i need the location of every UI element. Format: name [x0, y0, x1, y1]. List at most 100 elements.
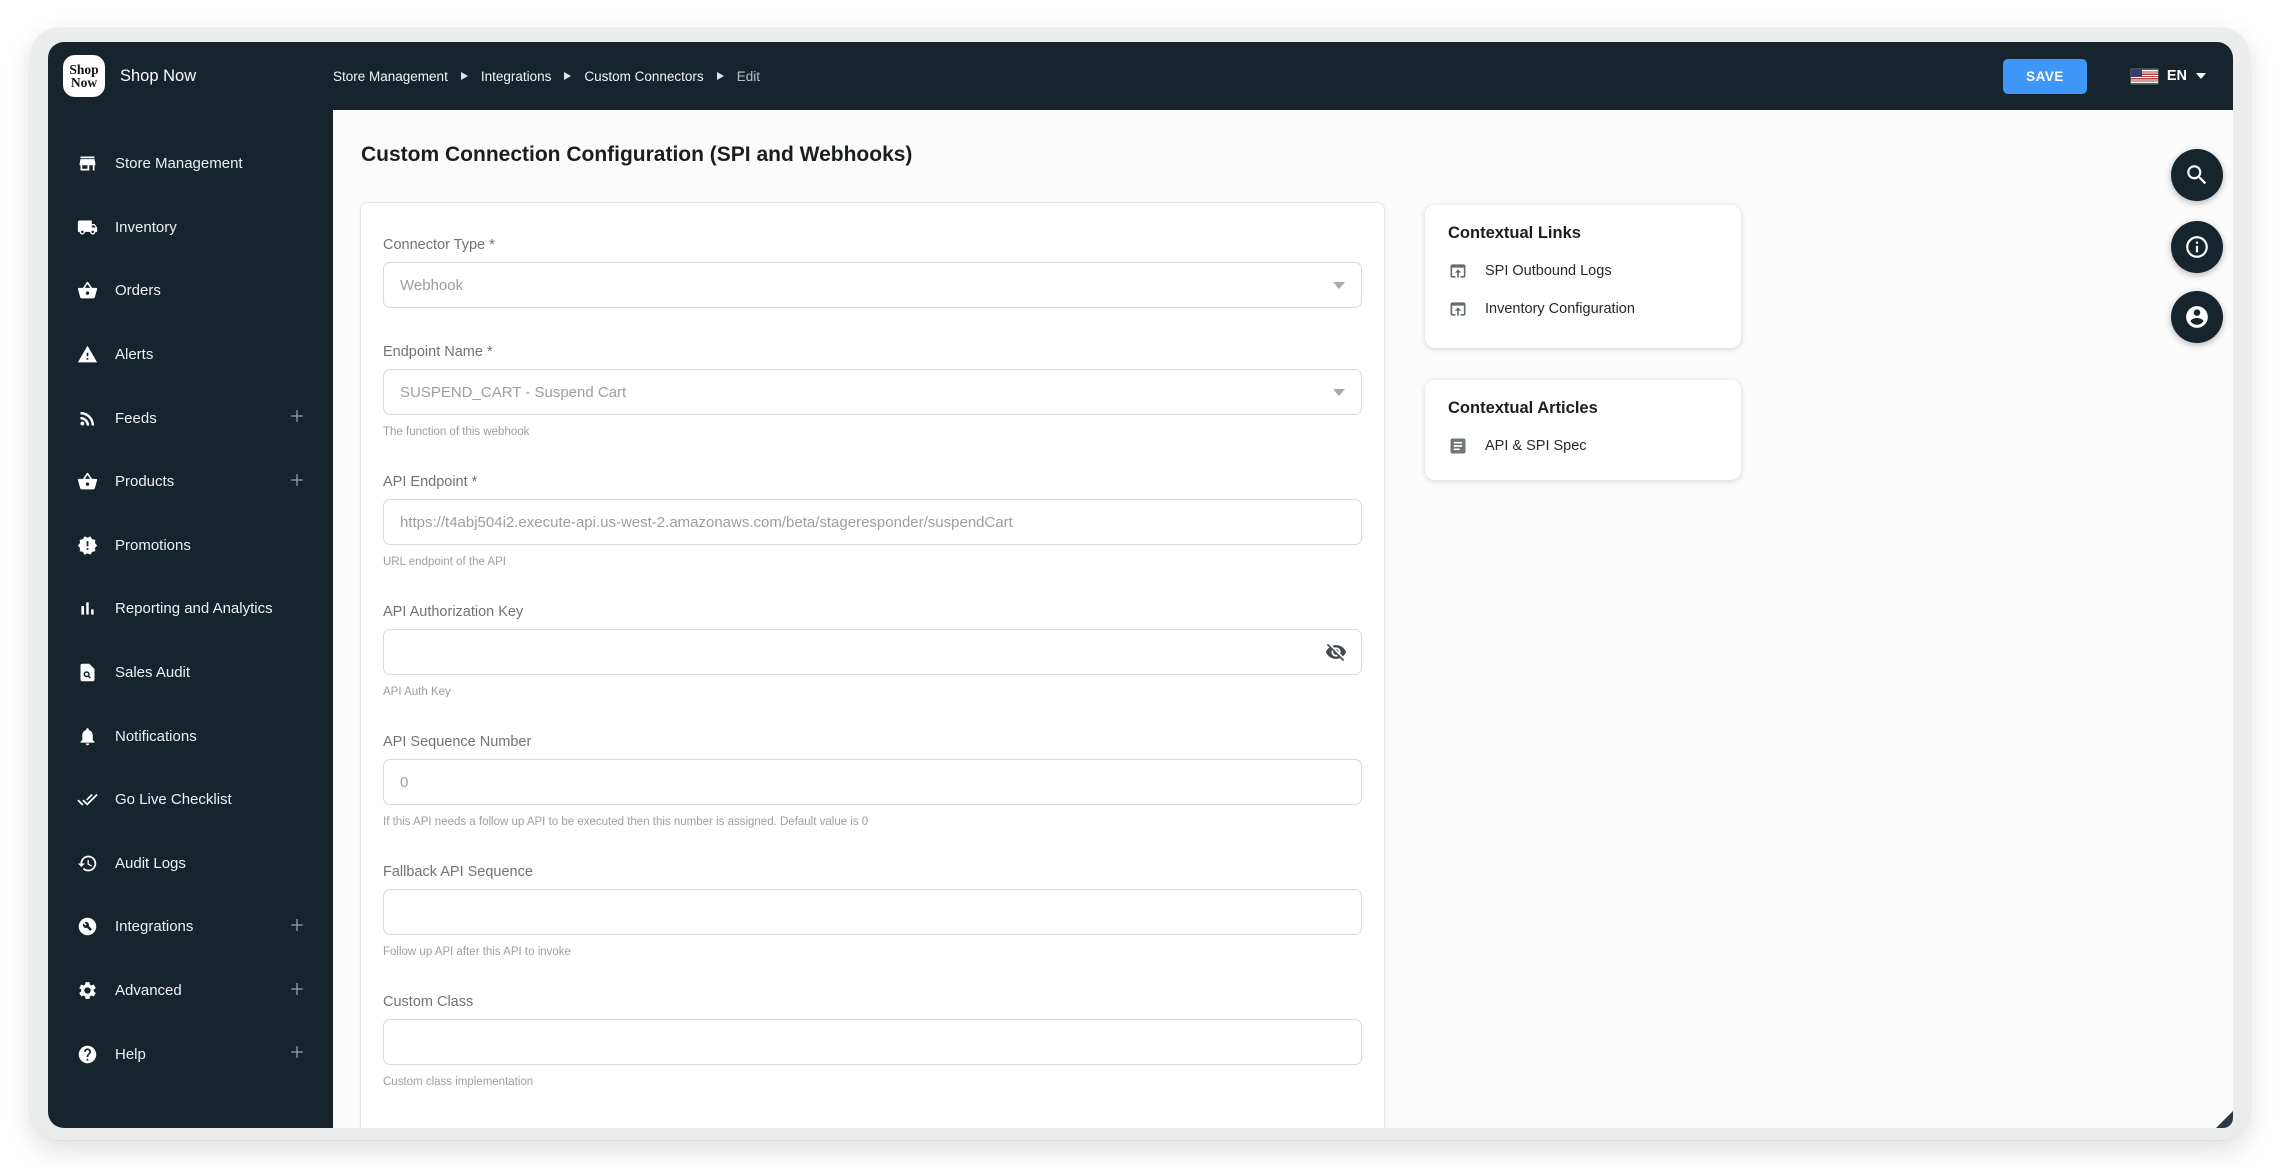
field-helper: Follow up API after this API to invoke	[383, 946, 571, 958]
basket-icon	[76, 280, 98, 302]
sidebar-item-audit-logs[interactable]: Audit Logs	[48, 832, 333, 896]
article-api-spi-spec[interactable]: API & SPI Spec	[1448, 436, 1718, 456]
expand-plus-icon[interactable]	[287, 1042, 307, 1066]
api-endpoint-input[interactable]	[383, 499, 1362, 545]
sidebar-item-reporting-analytics[interactable]: Reporting and Analytics	[48, 577, 333, 641]
sidebar-item-label: Advanced	[115, 982, 182, 1000]
contextual-links-title: Contextual Links	[1448, 224, 1581, 242]
expand-plus-icon[interactable]	[287, 979, 307, 1003]
logo-line2: Now	[70, 75, 98, 90]
resize-handle[interactable]	[2216, 1111, 2233, 1128]
field-label: Custom Class	[383, 994, 474, 1010]
sidebar-item-label: Notifications	[115, 727, 197, 745]
breadcrumb-custom-connectors[interactable]: Custom Connectors	[584, 69, 703, 84]
field-helper: If this API needs a follow up API to be …	[383, 816, 869, 828]
sidebar-item-help[interactable]: Help	[48, 1022, 333, 1086]
field-helper: The function of this webhook	[383, 426, 530, 438]
breadcrumb-integrations[interactable]: Integrations	[481, 69, 552, 84]
endpoint-name-select[interactable]: SUSPEND_CART - Suspend Cart	[383, 369, 1362, 415]
help-icon	[76, 1043, 98, 1065]
fallback-api-sequence-input[interactable]	[383, 889, 1362, 935]
expand-plus-icon[interactable]	[287, 915, 307, 939]
sidebar-item-advanced[interactable]: Advanced	[48, 959, 333, 1023]
field-helper: URL endpoint of the API	[383, 556, 506, 568]
api-sequence-number-input[interactable]	[383, 759, 1362, 805]
breadcrumb-store-management[interactable]: Store Management	[333, 69, 448, 84]
history-icon	[76, 852, 98, 874]
double-check-icon	[76, 789, 98, 811]
app-body: Store Management Inventory Orders Alerts…	[48, 110, 2233, 1128]
field-label: API Endpoint *	[383, 474, 478, 490]
field-api-endpoint: API Endpoint * URL endpoint of the API	[383, 474, 1362, 568]
field-label: Fallback API Sequence	[383, 864, 533, 880]
gear-icon	[76, 980, 98, 1002]
save-button[interactable]: SAVE	[2003, 58, 2087, 94]
main-content: Custom Connection Configuration (SPI and…	[333, 110, 2233, 1128]
sidebar-item-label: Reporting and Analytics	[115, 600, 273, 618]
field-label: API Sequence Number	[383, 734, 532, 750]
sidebar-item-promotions[interactable]: Promotions	[48, 514, 333, 578]
language-selector[interactable]: EN	[2130, 68, 2206, 84]
breadcrumb-separator-icon	[460, 72, 468, 80]
sidebar-item-orders[interactable]: Orders	[48, 259, 333, 323]
doc-search-icon	[76, 662, 98, 684]
sidebar-item-go-live-checklist[interactable]: Go Live Checklist	[48, 768, 333, 832]
field-custom-class: Custom Class Custom class implementation	[383, 994, 1362, 1088]
article-label: API & SPI Spec	[1485, 438, 1587, 454]
toggle-visibility-button[interactable]	[1324, 640, 1348, 664]
promo-badge-icon	[76, 534, 98, 556]
page-title: Custom Connection Configuration (SPI and…	[361, 143, 913, 166]
sidebar-item-notifications[interactable]: Notifications	[48, 704, 333, 768]
api-auth-key-input[interactable]	[383, 629, 1362, 675]
language-code: EN	[2166, 68, 2187, 84]
info-button[interactable]	[2171, 221, 2223, 273]
selected-value: Webhook	[400, 276, 464, 294]
field-api-authorization-key: API Authorization Key API Auth Key	[383, 604, 1362, 698]
sidebar-item-label: Help	[115, 1045, 146, 1063]
contextual-articles-card: Contextual Articles API & SPI Spec	[1425, 380, 1741, 480]
topbar: Shop Now Shop Now Store Management Integ…	[48, 42, 2233, 110]
selected-value: SUSPEND_CART - Suspend Cart	[400, 383, 627, 401]
sidebar-item-inventory[interactable]: Inventory	[48, 196, 333, 260]
field-endpoint-name: Endpoint Name * SUSPEND_CART - Suspend C…	[383, 344, 1362, 438]
contextual-links-card: Contextual Links SPI Outbound Logs Inven…	[1425, 205, 1741, 348]
breadcrumb: Store Management Integrations Custom Con…	[333, 69, 760, 84]
sidebar-item-sales-audit[interactable]: Sales Audit	[48, 641, 333, 705]
sidebar-item-label: Inventory	[115, 218, 177, 236]
account-button[interactable]	[2171, 291, 2223, 343]
link-inventory-configuration[interactable]: Inventory Configuration	[1448, 299, 1718, 319]
brand[interactable]: Shop Now Shop Now	[48, 55, 333, 97]
open-in-browser-icon	[1450, 302, 1466, 316]
basket-icon	[76, 471, 98, 493]
sidebar-item-label: Products	[115, 473, 175, 491]
field-label: Endpoint Name *	[383, 344, 493, 360]
sidebar-item-store-management[interactable]: Store Management	[48, 132, 333, 196]
sidebar-item-alerts[interactable]: Alerts	[48, 323, 333, 387]
connector-type-select[interactable]: Webhook	[383, 262, 1362, 308]
sidebar-item-products[interactable]: Products	[48, 450, 333, 514]
field-helper: Custom class implementation	[383, 1076, 534, 1088]
custom-class-input[interactable]	[383, 1019, 1362, 1065]
expand-plus-icon[interactable]	[287, 406, 307, 430]
app-window: Shop Now Shop Now Store Management Integ…	[30, 28, 2250, 1140]
chevron-down-icon	[1333, 281, 1345, 289]
field-label: API Authorization Key	[383, 604, 524, 620]
sidebar-item-label: Go Live Checklist	[115, 791, 232, 809]
store-icon	[76, 153, 98, 175]
sidebar-item-integrations[interactable]: Integrations	[48, 895, 333, 959]
truck-icon	[76, 216, 98, 238]
field-connector-type: Connector Type * Webhook	[383, 237, 1362, 308]
sidebar-item-label: Orders	[115, 282, 161, 300]
link-label: SPI Outbound Logs	[1485, 263, 1612, 279]
field-label: Connector Type *	[383, 237, 495, 253]
search-button[interactable]	[2171, 149, 2223, 201]
bell-icon	[76, 725, 98, 747]
us-flag-icon	[2130, 68, 2158, 84]
connector-form-card: Connector Type * Webhook Endpoint Name *…	[360, 202, 1385, 1128]
sidebar-item-label: Audit Logs	[115, 854, 186, 872]
bar-chart-icon	[76, 598, 98, 620]
breadcrumb-edit: Edit	[736, 68, 760, 84]
sidebar-item-feeds[interactable]: Feeds	[48, 386, 333, 450]
expand-plus-icon[interactable]	[287, 470, 307, 494]
link-spi-outbound-logs[interactable]: SPI Outbound Logs	[1448, 261, 1718, 281]
